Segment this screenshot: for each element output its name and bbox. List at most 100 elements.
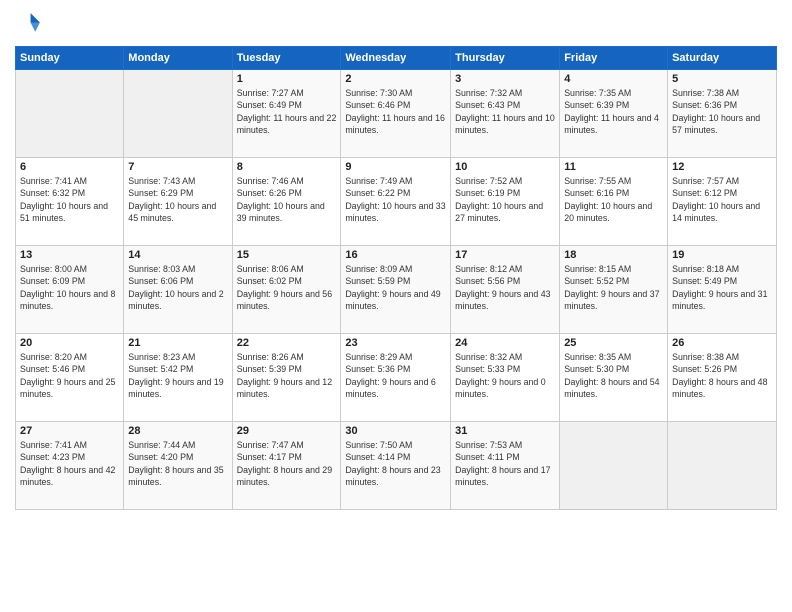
day-number: 13 (20, 249, 119, 261)
day-info: Sunrise: 8:29 AM Sunset: 5:36 PM Dayligh… (345, 351, 446, 400)
calendar-cell: 30Sunrise: 7:50 AM Sunset: 4:14 PM Dayli… (341, 422, 451, 510)
calendar-cell: 14 Sunrise: 8:03 AM Sunset: 6:06 PM Dayli… (124, 246, 232, 334)
day-info: Sunrise: 8:00 AM Sunset: 6:09 PM Dayligh… (20, 263, 119, 312)
day-number: 1 (237, 73, 337, 85)
calendar-cell (16, 70, 124, 158)
day-number: 27 (20, 425, 119, 437)
calendar-cell: 16 Sunrise: 8:09 AM Sunset: 5:59 PM Dayli… (341, 246, 451, 334)
weekday-header-tuesday: Tuesday (232, 47, 341, 70)
page-header (15, 10, 777, 38)
calendar-cell: 8 Sunrise: 7:46 AM Sunset: 6:26 PM Daylig… (232, 158, 341, 246)
day-info: Sunrise: 7:43 AM Sunset: 6:29 PM Dayligh… (128, 175, 227, 224)
calendar-week-4: 20 Sunrise: 8:20 AM Sunset: 5:46 PM Dayli… (16, 334, 777, 422)
day-info: Sunrise: 7:41 AM Sunset: 4:23 PM Dayligh… (20, 439, 119, 488)
day-number: 15 (237, 249, 337, 261)
calendar-cell (668, 422, 777, 510)
calendar-cell: 10 Sunrise: 7:52 AM Sunset: 6:19 PM Dayli… (451, 158, 560, 246)
day-info: Sunrise: 7:47 AM Sunset: 4:17 PM Dayligh… (237, 439, 337, 488)
calendar-week-5: 27 Sunrise: 7:41 AM Sunset: 4:23 PM Dayli… (16, 422, 777, 510)
day-number: 26 (672, 337, 772, 349)
day-info: Sunrise: 7:32 AM Sunset: 6:43 PM Dayligh… (455, 87, 555, 136)
day-info: Sunrise: 7:46 AM Sunset: 6:26 PM Dayligh… (237, 175, 337, 224)
calendar-cell (124, 70, 232, 158)
calendar-cell: 9Sunrise: 7:49 AM Sunset: 6:22 PM Daylig… (341, 158, 451, 246)
calendar-cell: 13 Sunrise: 8:00 AM Sunset: 6:09 PM Dayli… (16, 246, 124, 334)
day-info: Sunrise: 8:06 AM Sunset: 6:02 PM Dayligh… (237, 263, 337, 312)
calendar-cell: 5 Sunrise: 7:38 AM Sunset: 6:36 PM Daylig… (668, 70, 777, 158)
calendar-cell: 4Sunrise: 7:35 AM Sunset: 6:39 PM Daylig… (560, 70, 668, 158)
calendar-cell: 29 Sunrise: 7:47 AM Sunset: 4:17 PM Dayli… (232, 422, 341, 510)
day-info: Sunrise: 8:18 AM Sunset: 5:49 PM Dayligh… (672, 263, 772, 312)
calendar-cell: 27 Sunrise: 7:41 AM Sunset: 4:23 PM Dayli… (16, 422, 124, 510)
calendar-cell: 11Sunrise: 7:55 AM Sunset: 6:16 PM Dayli… (560, 158, 668, 246)
weekday-header-row: SundayMondayTuesdayWednesdayThursdayFrid… (16, 47, 777, 70)
day-info: Sunrise: 8:23 AM Sunset: 5:42 PM Dayligh… (128, 351, 227, 400)
day-info: Sunrise: 8:20 AM Sunset: 5:46 PM Dayligh… (20, 351, 119, 400)
calendar-cell: 25 Sunrise: 8:35 AM Sunset: 5:30 PM Dayli… (560, 334, 668, 422)
day-info: Sunrise: 7:53 AM Sunset: 4:11 PM Dayligh… (455, 439, 555, 488)
day-info: Sunrise: 8:03 AM Sunset: 6:06 PM Dayligh… (128, 263, 227, 312)
calendar-week-3: 13 Sunrise: 8:00 AM Sunset: 6:09 PM Dayli… (16, 246, 777, 334)
calendar-cell: 15 Sunrise: 8:06 AM Sunset: 6:02 PM Dayli… (232, 246, 341, 334)
weekday-header-friday: Friday (560, 47, 668, 70)
calendar-week-1: 1 Sunrise: 7:27 AM Sunset: 6:49 PM Daylig… (16, 70, 777, 158)
day-number: 18 (564, 249, 663, 261)
calendar-cell: 18 Sunrise: 8:15 AM Sunset: 5:52 PM Dayli… (560, 246, 668, 334)
calendar-cell: 23 Sunrise: 8:29 AM Sunset: 5:36 PM Dayli… (341, 334, 451, 422)
day-info: Sunrise: 7:27 AM Sunset: 6:49 PM Dayligh… (237, 87, 337, 136)
day-info: Sunrise: 7:41 AM Sunset: 6:32 PM Dayligh… (20, 175, 119, 224)
calendar-cell: 24 Sunrise: 8:32 AM Sunset: 5:33 PM Dayli… (451, 334, 560, 422)
weekday-header-sunday: Sunday (16, 47, 124, 70)
calendar-cell: 31 Sunrise: 7:53 AM Sunset: 4:11 PM Dayli… (451, 422, 560, 510)
day-number: 2 (345, 73, 446, 85)
day-number: 21 (128, 337, 227, 349)
calendar-cell: 28Sunrise: 7:44 AM Sunset: 4:20 PM Dayli… (124, 422, 232, 510)
day-number: 14 (128, 249, 227, 261)
day-info: Sunrise: 7:52 AM Sunset: 6:19 PM Dayligh… (455, 175, 555, 224)
calendar-cell: 20 Sunrise: 8:20 AM Sunset: 5:46 PM Dayli… (16, 334, 124, 422)
day-number: 20 (20, 337, 119, 349)
calendar-cell: 3 Sunrise: 7:32 AM Sunset: 6:43 PM Daylig… (451, 70, 560, 158)
day-number: 7 (128, 161, 227, 173)
calendar-cell: 1 Sunrise: 7:27 AM Sunset: 6:49 PM Daylig… (232, 70, 341, 158)
day-info: Sunrise: 7:30 AM Sunset: 6:46 PM Dayligh… (345, 87, 446, 136)
day-number: 28 (128, 425, 227, 437)
day-info: Sunrise: 8:38 AM Sunset: 5:26 PM Dayligh… (672, 351, 772, 400)
calendar-cell: 6 Sunrise: 7:41 AM Sunset: 6:32 PM Daylig… (16, 158, 124, 246)
day-number: 16 (345, 249, 446, 261)
weekday-header-monday: Monday (124, 47, 232, 70)
day-number: 3 (455, 73, 555, 85)
day-number: 12 (672, 161, 772, 173)
day-number: 17 (455, 249, 555, 261)
weekday-header-thursday: Thursday (451, 47, 560, 70)
day-info: Sunrise: 7:38 AM Sunset: 6:36 PM Dayligh… (672, 87, 772, 136)
day-info: Sunrise: 7:49 AM Sunset: 6:22 PM Dayligh… (345, 175, 446, 224)
day-number: 6 (20, 161, 119, 173)
calendar-cell: 22Sunrise: 8:26 AM Sunset: 5:39 PM Dayli… (232, 334, 341, 422)
day-info: Sunrise: 7:55 AM Sunset: 6:16 PM Dayligh… (564, 175, 663, 224)
logo (15, 10, 47, 38)
day-number: 8 (237, 161, 337, 173)
day-info: Sunrise: 8:35 AM Sunset: 5:30 PM Dayligh… (564, 351, 663, 400)
day-info: Sunrise: 8:09 AM Sunset: 5:59 PM Dayligh… (345, 263, 446, 312)
calendar-cell (560, 422, 668, 510)
day-number: 23 (345, 337, 446, 349)
day-number: 5 (672, 73, 772, 85)
day-number: 29 (237, 425, 337, 437)
day-info: Sunrise: 8:32 AM Sunset: 5:33 PM Dayligh… (455, 351, 555, 400)
day-number: 31 (455, 425, 555, 437)
calendar-cell: 19 Sunrise: 8:18 AM Sunset: 5:49 PM Dayli… (668, 246, 777, 334)
day-number: 10 (455, 161, 555, 173)
day-info: Sunrise: 8:15 AM Sunset: 5:52 PM Dayligh… (564, 263, 663, 312)
calendar-cell: 7 Sunrise: 7:43 AM Sunset: 6:29 PM Daylig… (124, 158, 232, 246)
day-number: 25 (564, 337, 663, 349)
day-number: 24 (455, 337, 555, 349)
calendar-cell: 2 Sunrise: 7:30 AM Sunset: 6:46 PM Daylig… (341, 70, 451, 158)
day-info: Sunrise: 7:57 AM Sunset: 6:12 PM Dayligh… (672, 175, 772, 224)
day-number: 4 (564, 73, 663, 85)
day-info: Sunrise: 8:12 AM Sunset: 5:56 PM Dayligh… (455, 263, 555, 312)
day-number: 19 (672, 249, 772, 261)
calendar-cell: 26 Sunrise: 8:38 AM Sunset: 5:26 PM Dayli… (668, 334, 777, 422)
day-number: 22 (237, 337, 337, 349)
day-info: Sunrise: 7:50 AM Sunset: 4:14 PM Dayligh… (345, 439, 446, 488)
